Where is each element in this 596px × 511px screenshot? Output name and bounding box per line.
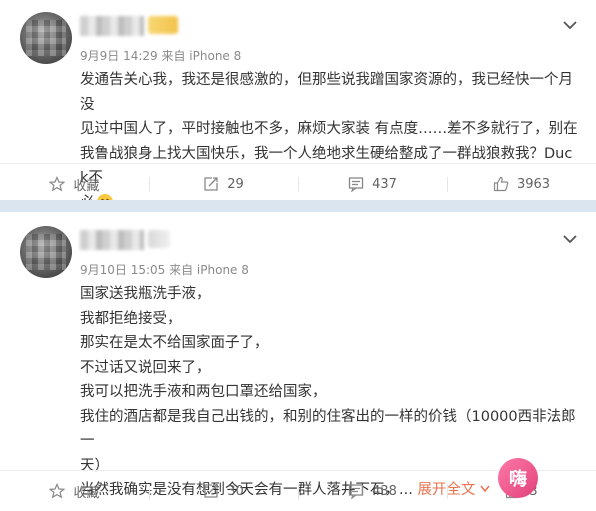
avatar[interactable] xyxy=(20,12,72,64)
content-line: 发通告关心我，我还是很感激的，但那些说我蹭国家资源的，我已经快一个月没 xyxy=(80,72,573,113)
favorite-label: 收藏 xyxy=(73,485,100,501)
post-meta: 9月10日 15:05 来自 iPhone 8 xyxy=(80,263,249,277)
comment-button[interactable]: 437 xyxy=(298,164,447,204)
repost-icon xyxy=(204,177,218,191)
chevron-down-icon[interactable] xyxy=(560,232,580,246)
chevron-down-icon[interactable] xyxy=(560,18,580,32)
content-line: 国家送我瓶洗手液， xyxy=(80,286,211,302)
content-line: 那实在是太不给国家面子了， xyxy=(80,335,269,351)
comment-icon xyxy=(348,177,364,192)
star-icon xyxy=(49,176,66,192)
content-line: 见过中国人了，平时接触也不多，麻烦大家装 有点度……差不多就行了，别在 xyxy=(80,121,578,137)
repost-icon xyxy=(204,484,218,498)
watermark-logo: 嗨 xyxy=(498,458,538,498)
content-line: 我可以把洗手液和两包口罩还给国家， xyxy=(80,384,327,400)
repost-count: 30 xyxy=(227,483,244,499)
weibo-post-1: 9月9日 14:29 来自 iPhone 8 发通告关心我，我还是很感激的，但那… xyxy=(0,0,596,211)
content-line: 我住的酒店都是我自己出钱的，和别的住客出的一样的价钱（10000西非法郎一 xyxy=(80,408,576,450)
favorite-button[interactable]: 收藏 xyxy=(0,164,149,204)
member-badge-blurred xyxy=(148,230,170,248)
repost-button[interactable]: 29 xyxy=(149,164,298,204)
favorite-label: 收藏 xyxy=(73,178,100,194)
post-divider xyxy=(0,200,596,212)
content-line: 我都拒绝接受， xyxy=(80,310,182,327)
like-icon xyxy=(493,176,509,192)
favorite-button[interactable]: 收藏 xyxy=(0,471,149,511)
action-bar: 收藏 29 437 3963 xyxy=(0,163,596,204)
post-meta: 9月9日 14:29 来自 iPhone 8 xyxy=(80,49,242,63)
like-button[interactable]: 3963 xyxy=(447,164,596,204)
repost-button[interactable]: 30 xyxy=(149,471,298,511)
content-line: 不过话又说回来了， xyxy=(80,359,211,376)
comment-count: 438 xyxy=(372,483,397,499)
like-count: 3963 xyxy=(516,176,551,192)
username-blurred[interactable] xyxy=(80,230,144,250)
username-blurred[interactable] xyxy=(80,16,144,36)
comment-button[interactable]: 438 xyxy=(298,471,447,511)
repost-count: 29 xyxy=(227,176,244,192)
comment-icon xyxy=(348,484,364,499)
star-icon xyxy=(49,483,66,499)
avatar[interactable] xyxy=(20,226,72,278)
member-badge-blurred xyxy=(148,16,178,34)
comment-count: 437 xyxy=(372,176,397,192)
